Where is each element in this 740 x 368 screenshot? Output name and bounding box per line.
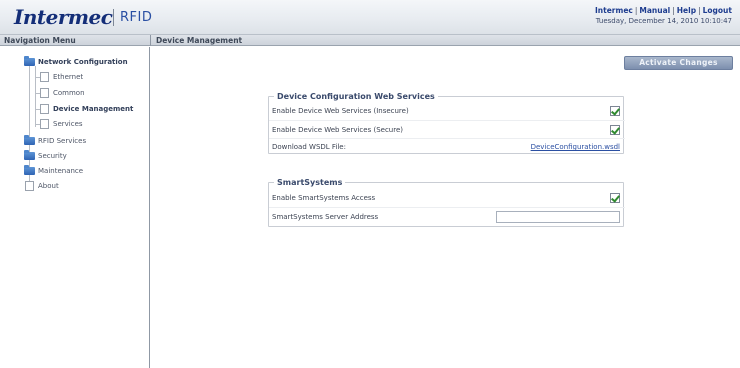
web-services-panel: Device Configuration Web Services Enable… (268, 91, 625, 154)
title-bar: Navigation Menu Device Management (0, 35, 740, 46)
secure-label: Enable Device Web Services (Secure) (272, 126, 403, 134)
smartsystems-access-row: Enable SmartSystems Access (269, 189, 625, 207)
smartsystems-panel: SmartSystems Enable SmartSystems Access … (268, 177, 625, 227)
navigation-menu: Network Configuration Ethernet Common De… (0, 47, 150, 368)
page-icon (40, 119, 49, 129)
wsdl-download-link[interactable]: DeviceConfiguration.wsdl (531, 139, 620, 155)
insecure-label: Enable Device Web Services (Insecure) (272, 107, 409, 115)
page-icon (40, 88, 49, 98)
server-address-row: SmartSystems Server Address (269, 207, 625, 225)
app-header: Intermec RFID Intermec | Manual | Help | Logou… (0, 0, 740, 35)
logo-divider (113, 9, 114, 26)
folder-icon (24, 150, 35, 160)
top-links: Intermec | Manual | Help | Logout Tuesday, Dec… (595, 6, 732, 25)
smartsystems-access-label: Enable SmartSystems Access (272, 194, 376, 202)
date-time: Tuesday, December 14, 2010 10:10:47 (595, 17, 732, 25)
nav-label: About (38, 182, 59, 190)
product-name: RFID (120, 10, 153, 25)
nav-label: Services (53, 120, 83, 128)
intermec-link[interactable]: Intermec (595, 6, 633, 15)
main-content: Activate Changes Device Configuration We… (151, 47, 740, 368)
page-icon (40, 104, 49, 114)
titlebar-divider (150, 35, 151, 46)
manual-link[interactable]: Manual (639, 6, 670, 15)
folder-icon (24, 56, 35, 66)
logout-link[interactable]: Logout (703, 6, 732, 15)
nav-label: Security (38, 152, 67, 160)
nav-label: Maintenance (38, 167, 84, 175)
folder-icon (24, 135, 35, 145)
nav-label: Common (53, 89, 85, 97)
secure-row: Enable Device Web Services (Secure) (269, 120, 625, 138)
wsdl-row: Download WSDL File: DeviceConfiguration.… (269, 138, 625, 154)
page-title: Device Management (156, 36, 243, 45)
smartsystems-access-checkbox[interactable] (610, 193, 620, 203)
wsdl-label: Download WSDL File: (272, 143, 346, 151)
server-address-label: SmartSystems Server Address (272, 213, 379, 221)
help-link[interactable]: Help (677, 6, 696, 15)
nav-label: Ethernet (53, 73, 84, 81)
server-address-input[interactable] (496, 211, 620, 223)
web-services-title: Device Configuration Web Services (274, 91, 438, 102)
folder-icon (24, 165, 35, 175)
page-icon (40, 72, 49, 82)
nav-label: RFID Services (38, 137, 87, 145)
page-icon (25, 181, 34, 191)
nav-label: Device Management (53, 105, 134, 113)
intermec-logo: Intermec (14, 5, 113, 29)
insecure-row: Enable Device Web Services (Insecure) (269, 102, 625, 120)
tree-line-network (35, 66, 36, 127)
smartsystems-title: SmartSystems (274, 177, 346, 188)
activate-changes-button[interactable]: Activate Changes (624, 56, 733, 70)
navigation-menu-title: Navigation Menu (4, 36, 76, 45)
nav-label: Network Configuration (38, 58, 128, 66)
secure-checkbox[interactable] (610, 125, 620, 135)
insecure-checkbox[interactable] (610, 106, 620, 116)
